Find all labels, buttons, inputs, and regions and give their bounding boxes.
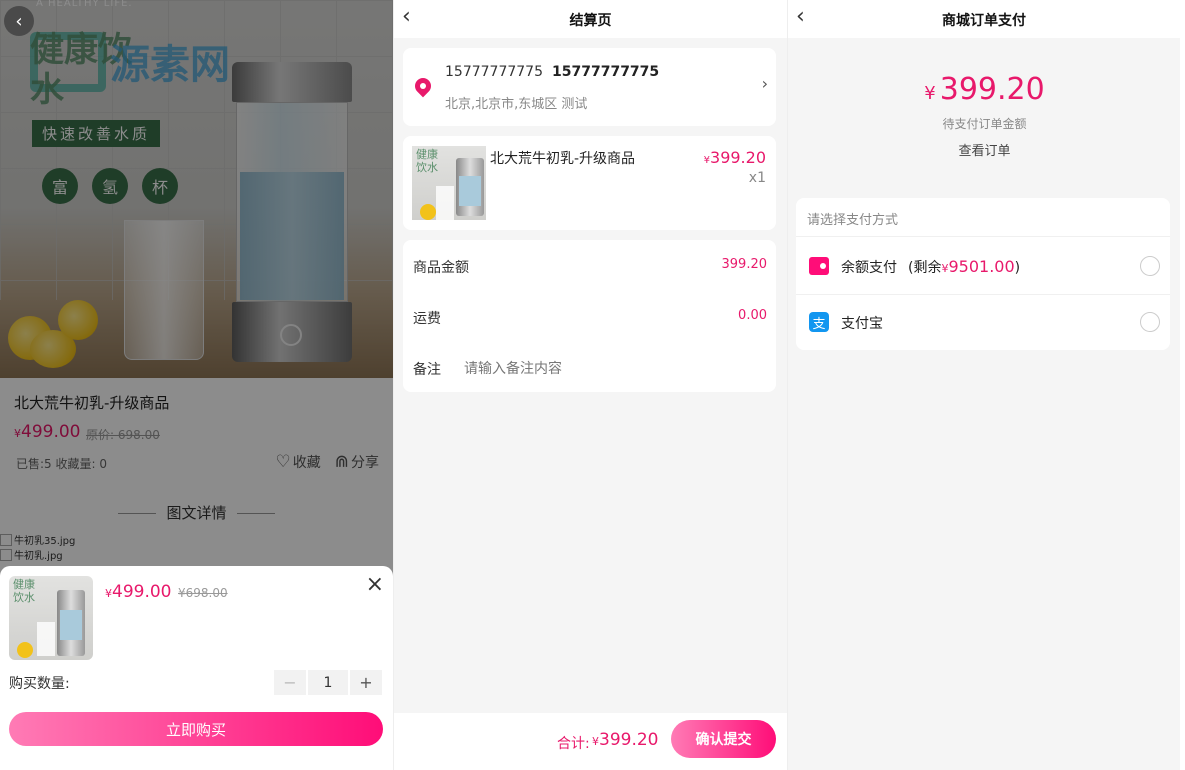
- order-item-price: ¥399.20: [703, 148, 766, 167]
- buy-now-button[interactable]: 立即购买: [9, 712, 383, 746]
- wallet-icon: [809, 257, 829, 275]
- quantity-stepper: − 1 +: [274, 670, 382, 695]
- quantity-decrease-button[interactable]: −: [274, 670, 306, 695]
- goods-amount-value: 399.20: [721, 257, 768, 272]
- quantity-increase-button[interactable]: +: [350, 670, 382, 695]
- address-card[interactable]: 15777777775 15777777775 北京,北京市,东城区 测试 ›: [403, 48, 776, 126]
- chevron-right-icon: ›: [761, 74, 768, 93]
- page-title: 结算页: [569, 13, 612, 29]
- shipping-row: 运费 0.00: [413, 308, 767, 327]
- order-item-name: 北大荒牛初乳-升级商品: [490, 151, 636, 167]
- goods-amount-row: 商品金额 399.20: [413, 257, 768, 276]
- location-pin-icon: [411, 74, 435, 98]
- order-item-quantity: x1: [748, 170, 766, 186]
- product-screen: A HEALTHY LIFE. 健康饮水 源素网 快速改善水质 富 氢 杯 ‹ …: [0, 0, 393, 770]
- close-icon[interactable]: ×: [366, 574, 384, 596]
- payment-radio[interactable]: [1140, 312, 1160, 332]
- payment-screen: ‹ 商城订单支付 ¥399.20 待支付订单金额 查看订单 请选择支付方式 余额…: [787, 0, 1180, 770]
- page-title: 商城订单支付: [942, 13, 1026, 29]
- checkout-screen: ‹ 结算页 15777777775 15777777775 北京,北京市,东城区…: [393, 0, 787, 770]
- submit-order-button[interactable]: 确认提交: [671, 720, 776, 758]
- recipient-phone: 15777777775: [552, 64, 660, 80]
- sheet-price: ¥499.00: [105, 582, 172, 602]
- back-button[interactable]: ‹: [4, 6, 34, 36]
- purchase-sheet: 健康饮水 ¥499.00 ¥698.00 × 购买数量: − 1 + 立即购买: [0, 566, 393, 770]
- address-detail: 北京,北京市,东城区 测试: [445, 97, 588, 112]
- note-input[interactable]: 请输入备注内容: [464, 358, 562, 378]
- order-item-thumbnail: 健康饮水: [412, 146, 486, 220]
- shipping-value: 0.00: [738, 308, 767, 323]
- payment-method-heading: 请选择支付方式: [807, 213, 899, 228]
- sheet-product-thumbnail: 健康饮水: [9, 576, 93, 660]
- checkout-footer: 合计: ¥399.20 确认提交: [394, 713, 787, 770]
- recipient-name: 15777777775: [445, 64, 543, 80]
- quantity-input[interactable]: 1: [308, 670, 348, 695]
- balance-remaining: (剩余¥9501.00): [908, 257, 1021, 276]
- quantity-label: 购买数量:: [9, 676, 70, 692]
- order-summary-card: 商品金额 399.20 运费 0.00 备注 请输入备注内容: [403, 240, 776, 392]
- payment-amount-caption: 待支付订单金额: [942, 117, 1027, 131]
- total-amount: ¥399.20: [592, 730, 659, 750]
- note-label: 备注: [413, 362, 441, 378]
- payment-option-balance[interactable]: 余额支付 (剩余¥9501.00): [796, 238, 1170, 294]
- payment-method-card: 请选择支付方式 余额支付 (剩余¥9501.00) 支 支付宝: [796, 198, 1170, 350]
- payment-radio[interactable]: [1140, 256, 1160, 276]
- alipay-icon: 支: [809, 312, 829, 332]
- payment-option-label: 余额支付: [841, 260, 897, 276]
- payment-option-label: 支付宝: [841, 316, 883, 332]
- total-label: 合计:: [557, 736, 590, 752]
- payment-amount: ¥399.20: [924, 72, 1045, 107]
- payment-option-alipay[interactable]: 支 支付宝: [796, 294, 1170, 350]
- checkout-navbar: ‹ 结算页: [394, 0, 787, 38]
- order-item-card: 健康饮水 北大荒牛初乳-升级商品 ¥399.20 x1: [403, 136, 776, 230]
- payment-navbar: ‹ 商城订单支付: [788, 0, 1180, 38]
- sheet-original-price: ¥698.00: [178, 586, 228, 600]
- chevron-left-icon: ‹: [15, 10, 23, 32]
- view-order-link[interactable]: 查看订单: [788, 140, 1180, 159]
